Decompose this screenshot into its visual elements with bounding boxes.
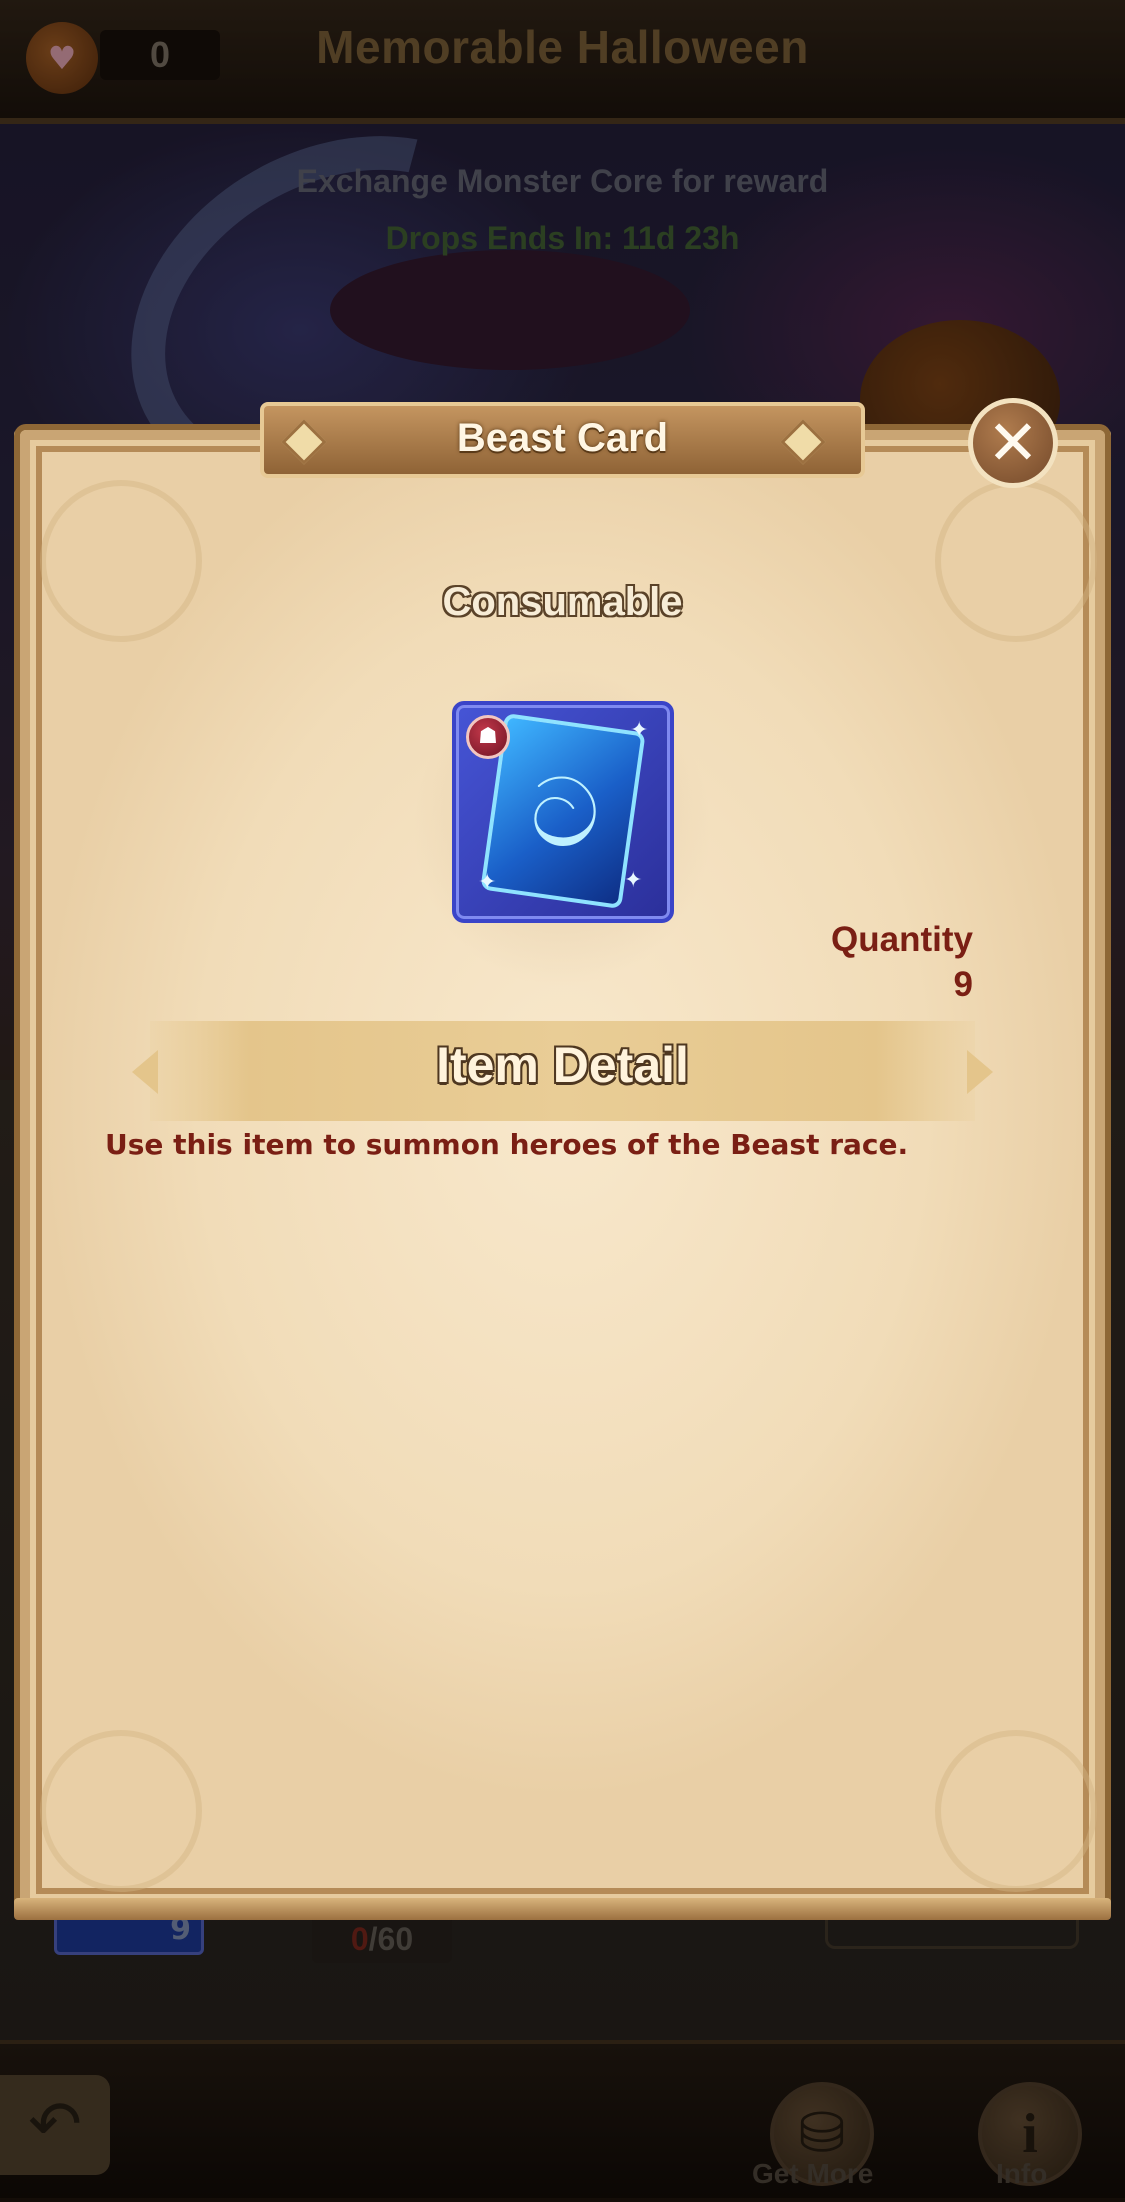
item-detail-heading: Item Detail xyxy=(436,1037,689,1093)
sparkle-icon: ✦ xyxy=(630,718,649,743)
quantity-value: 9 xyxy=(953,965,973,1004)
modal-title: Beast Card xyxy=(456,416,669,460)
item-detail-modal xyxy=(20,430,1105,1910)
corner-ornament xyxy=(40,1730,202,1892)
corner-ornament xyxy=(935,1730,1097,1892)
sparkle-icon: ✦ xyxy=(478,870,497,895)
close-icon: ✕ xyxy=(987,406,1039,479)
item-description: Use this item to summon heroes of the Be… xyxy=(105,1128,909,1161)
quantity-label: Quantity xyxy=(831,920,973,959)
sparkle-icon: ✦ xyxy=(624,868,643,893)
modal-bottom-rail xyxy=(14,1898,1111,1920)
beast-race-icon: ☗ xyxy=(466,715,510,759)
item-category: Consumable xyxy=(442,580,683,624)
close-button[interactable]: ✕ xyxy=(968,398,1058,488)
swirl-emblem-icon: ට xyxy=(530,757,600,869)
